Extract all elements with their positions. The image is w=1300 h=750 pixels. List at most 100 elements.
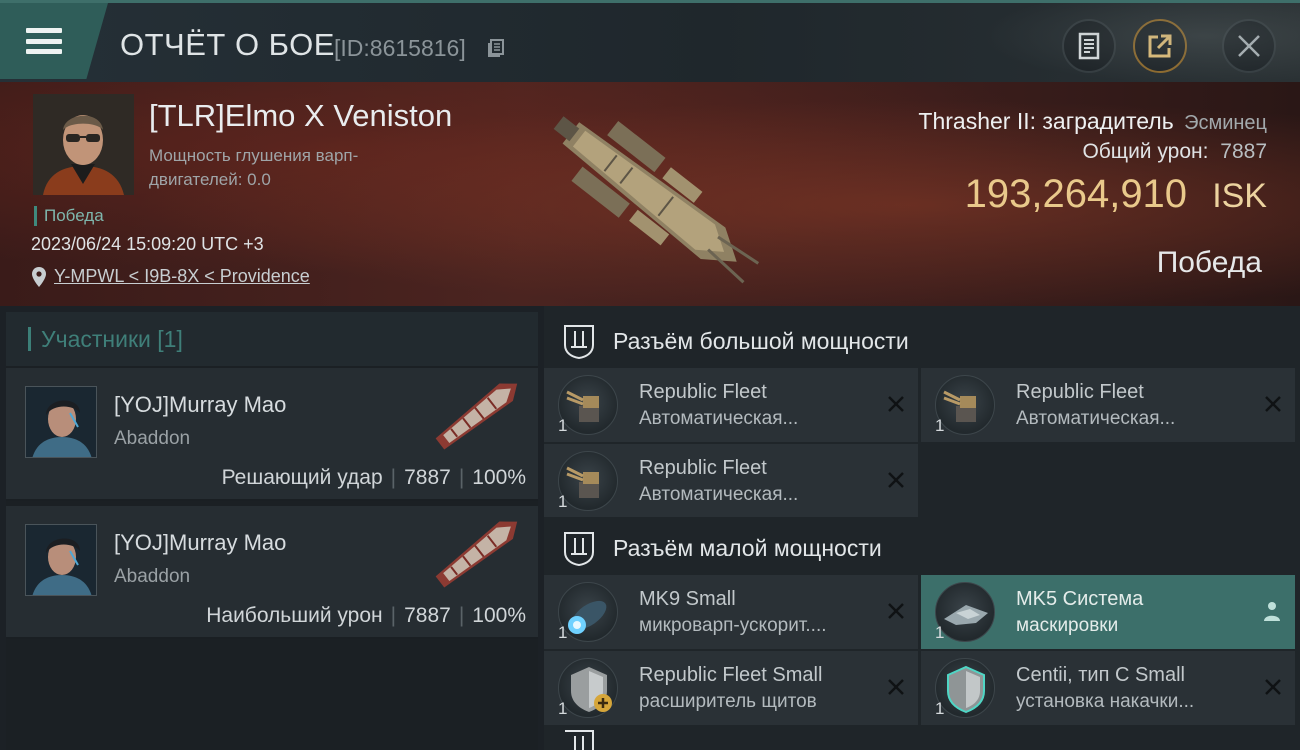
module-item[interactable]: 1 Republic Fleet Автоматическая...	[921, 368, 1295, 442]
destroyed-x-icon	[888, 396, 904, 412]
module-name: Republic Fleet	[639, 457, 767, 479]
module-item[interactable]: 1 MK9 Small микроварп-ускорит....	[544, 575, 918, 649]
participants-title: Участники [1]	[41, 325, 183, 352]
module-quantity: 1	[935, 623, 945, 642]
share-button[interactable]	[1133, 19, 1187, 73]
participant-ship-image	[435, 383, 518, 450]
participant-avatar[interactable]	[25, 386, 97, 458]
module-quantity: 1	[558, 416, 568, 435]
next-section-header	[544, 730, 1300, 750]
module-quantity: 1	[558, 623, 568, 642]
participant-ship: Abaddon	[114, 566, 191, 587]
participant-percent: 100%	[472, 604, 526, 627]
module-name: MK5 Система	[1016, 588, 1144, 610]
participant-stats: Решающий удар | 7887 | 100%	[222, 466, 526, 490]
divider: |	[458, 604, 465, 627]
participant-row[interactable]: [YOJ]Murray Mao Abaddon Решающий удар | …	[6, 368, 538, 501]
low-slot-icon	[564, 532, 594, 566]
module-type: расширитель щитов	[639, 691, 817, 712]
header-accent	[28, 327, 31, 351]
participant-ship: Abaddon	[114, 428, 191, 449]
high-slot-header: Разъём большой мощности	[544, 310, 1300, 372]
report-id: [ID:8615816]	[334, 35, 466, 61]
participants-panel: Участники [1] [YOJ]Murray Mao Abaddon Ре…	[6, 312, 538, 750]
kill-result: Победа	[1156, 246, 1262, 279]
close-button[interactable]	[1222, 19, 1276, 73]
divider: |	[458, 466, 465, 489]
participant-percent: 100%	[472, 466, 526, 489]
module-type: установка накачки...	[1016, 691, 1195, 712]
module-item[interactable]: 1 Republic Fleet Автоматическая...	[544, 444, 918, 518]
low-slot-label: Разъём малой мощности	[613, 534, 882, 561]
destroyed-x-icon	[888, 603, 904, 619]
module-type: Автоматическая...	[1016, 408, 1176, 429]
close-icon	[1238, 35, 1260, 57]
module-item[interactable]: 1 Republic Fleet Автоматическая...	[544, 368, 918, 442]
destroyed-x-icon	[1265, 396, 1281, 412]
low-slot-header: Разъём малой мощности	[544, 517, 1300, 579]
module-quantity: 1	[558, 492, 568, 511]
slot-icon	[565, 730, 594, 750]
pilot-name[interactable]: [TLR]Elmo X Veniston	[149, 98, 452, 134]
isk-unit: ISK	[1212, 177, 1267, 215]
person-icon	[1264, 602, 1280, 621]
participants-header[interactable]: Участники [1]	[6, 312, 538, 366]
participant-name: [YOJ]Murray Mao	[114, 530, 287, 555]
participant-name: [YOJ]Murray Mao	[114, 392, 287, 417]
total-damage-label: Общий урон:	[1082, 140, 1209, 163]
module-type: Автоматическая...	[639, 408, 799, 429]
document-button[interactable]	[1062, 19, 1116, 73]
total-damage: Общий урон: 7887	[1082, 140, 1267, 164]
participant-role: Решающий удар	[221, 466, 383, 489]
status-badge: Победа	[34, 206, 104, 226]
share-icon	[1148, 34, 1172, 58]
module-item[interactable]: 1 Centii, тип C Small установка накачки.…	[921, 651, 1295, 725]
high-slot-label: Разъём большой мощности	[613, 327, 909, 354]
destroyed-x-icon	[888, 679, 904, 695]
menu-button[interactable]	[0, 3, 108, 79]
module-item[interactable]: 1 MK5 Система маскировки	[921, 575, 1295, 649]
ship-render	[553, 116, 760, 284]
ship-name-text: Thrasher II: заградитель	[918, 108, 1174, 134]
pilot-avatar[interactable]	[33, 94, 134, 195]
destroyed-x-icon	[888, 472, 904, 488]
divider: |	[390, 604, 397, 627]
participant-stats: Наибольший урон | 7887 | 100%	[206, 604, 526, 628]
top-bar: ОТЧЁТ О БОЕ [ID:8615816]	[0, 0, 1300, 85]
isk-value: 193,264,910 ISK	[965, 172, 1267, 217]
destroyed-x-icon	[1265, 679, 1281, 695]
participant-row[interactable]: [YOJ]Murray Mao Abaddon Наибольший урон …	[6, 506, 538, 639]
module-quantity: 1	[935, 416, 945, 435]
module-type: микроварп-ускорит....	[639, 615, 827, 636]
participant-avatar[interactable]	[25, 524, 97, 596]
high-slot-icon	[564, 325, 594, 359]
module-name: Republic Fleet	[639, 381, 767, 403]
page-title: ОТЧЁТ О БОЕ	[120, 27, 335, 62]
isk-amount: 193,264,910	[964, 172, 1188, 216]
module-quantity: 1	[558, 699, 568, 718]
menu-icon	[26, 28, 62, 54]
location-pin-icon	[32, 266, 46, 287]
module-quantity: 1	[935, 699, 945, 718]
module-type: маскировки	[1016, 615, 1119, 636]
module-name: Centii, тип C Small	[1016, 664, 1185, 686]
module-name: MK9 Small	[639, 588, 736, 610]
document-icon	[1078, 32, 1100, 60]
total-damage-value: 7887	[1220, 140, 1267, 163]
copy-icon[interactable]	[486, 38, 506, 58]
location-link[interactable]: Y-MPWL < I9B-8X < Providence	[32, 266, 310, 287]
module-item[interactable]: 1 Republic Fleet Small расширитель щитов	[544, 651, 918, 725]
ship-name[interactable]: Thrasher II: заградитель Эсминец	[918, 108, 1267, 135]
kill-summary: [TLR]Elmo X Veniston Мощность глушения в…	[0, 82, 1300, 306]
participant-damage: 7887	[404, 604, 451, 627]
module-name: Republic Fleet	[1016, 381, 1144, 403]
module-name: Republic Fleet Small	[639, 664, 823, 686]
divider: |	[390, 466, 397, 489]
participant-ship-image	[435, 521, 518, 588]
location-text: Y-MPWL < I9B-8X < Providence	[54, 266, 310, 286]
scram-strength: Мощность глушения варп-двигателей: 0.0	[149, 146, 359, 189]
kill-datetime: 2023/06/24 15:09:20 UTC +3	[31, 234, 264, 254]
ship-class: Эсминец	[1184, 112, 1267, 134]
module-type: Автоматическая...	[639, 484, 799, 505]
participant-damage: 7887	[404, 466, 451, 489]
